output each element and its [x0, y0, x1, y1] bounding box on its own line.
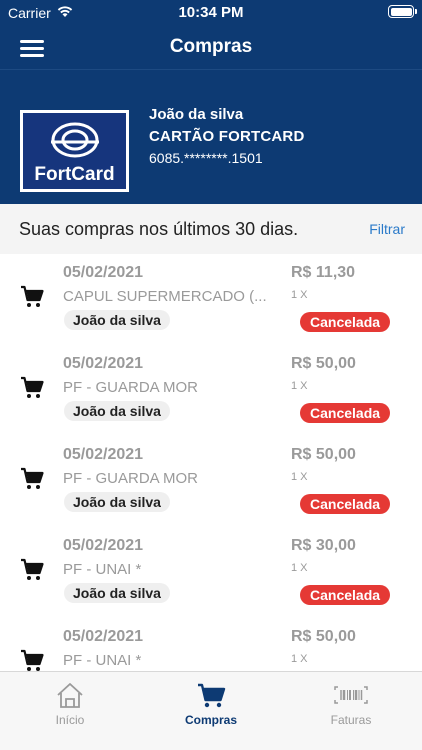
- status-bar: Carrier 10:34 PM: [0, 0, 422, 26]
- purchase-amount: R$ 50,00: [291, 446, 356, 463]
- holder-chip: João da silva: [64, 492, 170, 512]
- cart-icon: [21, 376, 44, 398]
- cart-icon: [198, 683, 226, 708]
- purchase-amount: R$ 30,00: [291, 537, 356, 554]
- card-product-name: CARTÃO FORTCARD: [149, 128, 305, 145]
- fortcard-logo: FortCard: [20, 110, 129, 192]
- filter-button[interactable]: Filtrar: [369, 221, 405, 237]
- list-header: Suas compras nos últimos 30 dias. Filtra…: [0, 204, 422, 254]
- logo-text: FortCard: [34, 164, 115, 185]
- purchase-date: 05/02/2021: [63, 355, 144, 372]
- header-background: Carrier 10:34 PM Compras FortCard João d…: [0, 0, 422, 204]
- purchase-amount: R$ 50,00: [291, 355, 356, 372]
- purchase-row[interactable]: 05/02/2021 PF - GUARDA MOR João da silva…: [0, 436, 422, 527]
- purchase-row[interactable]: 05/02/2021 PF - UNAI * R$ 50,00 1 X: [0, 618, 422, 671]
- purchase-row[interactable]: 05/02/2021 PF - GUARDA MOR João da silva…: [0, 345, 422, 436]
- merchant-name: PF - GUARDA MOR: [63, 379, 199, 396]
- tab-label: Início: [55, 713, 85, 727]
- purchase-amount: R$ 50,00: [291, 628, 356, 645]
- home-icon: [57, 683, 83, 708]
- cart-icon: [21, 285, 44, 307]
- installments: 1 X: [291, 471, 308, 483]
- purchase-row[interactable]: 05/02/2021 CAPUL SUPERMERCADO (... João …: [0, 254, 422, 345]
- merchant-name: CAPUL SUPERMERCADO (...: [63, 288, 267, 305]
- card-info: João da silva CARTÃO FORTCARD 6085.*****…: [149, 106, 304, 166]
- purchase-date: 05/02/2021: [63, 628, 144, 645]
- status-badge: Cancelada: [300, 403, 391, 423]
- tab-label: Faturas: [330, 713, 372, 727]
- holder-chip: João da silva: [64, 583, 170, 603]
- tab-faturas[interactable]: Faturas: [281, 672, 421, 732]
- purchase-date: 05/02/2021: [63, 264, 144, 281]
- merchant-name: PF - UNAI *: [63, 561, 142, 578]
- installments: 1 X: [291, 653, 308, 665]
- nav-bar: Compras: [0, 26, 422, 70]
- cart-icon: [21, 467, 44, 489]
- purchase-amount: R$ 11,30: [291, 264, 356, 281]
- tab-bar: Início Compras Faturas: [0, 671, 422, 750]
- clock: 10:34 PM: [178, 4, 244, 21]
- card-holder-name: João da silva: [149, 106, 244, 123]
- card-number: 6085.********.1501: [149, 150, 263, 166]
- purchase-date: 05/02/2021: [63, 537, 144, 554]
- cart-icon: [21, 649, 44, 671]
- barcode-icon: [334, 686, 368, 704]
- merchant-name: PF - GUARDA MOR: [63, 470, 199, 487]
- purchase-date: 05/02/2021: [63, 446, 144, 463]
- tab-label: Compras: [184, 713, 237, 727]
- purchase-list: 05/02/2021 CAPUL SUPERMERCADO (... João …: [0, 254, 422, 671]
- status-badge: Cancelada: [300, 585, 391, 605]
- tab-compras[interactable]: Compras: [141, 672, 281, 732]
- cart-icon: [21, 558, 44, 580]
- holder-chip: João da silva: [64, 310, 170, 330]
- installments: 1 X: [291, 289, 308, 301]
- holder-chip: João da silva: [64, 401, 170, 421]
- status-badge: Cancelada: [300, 494, 391, 514]
- list-header-text: Suas compras nos últimos 30 dias.: [19, 219, 299, 239]
- purchase-row[interactable]: 05/02/2021 PF - UNAI * João da silva R$ …: [0, 527, 422, 618]
- status-badge: Cancelada: [300, 312, 391, 332]
- page-title: Compras: [169, 36, 253, 57]
- tab-inicio[interactable]: Início: [0, 672, 140, 732]
- installments: 1 X: [291, 562, 308, 574]
- battery-icon: [388, 5, 417, 18]
- installments: 1 X: [291, 380, 308, 392]
- card-summary: FortCard João da silva CARTÃO FORTCARD 6…: [0, 92, 422, 202]
- merchant-name: PF - UNAI *: [63, 652, 142, 669]
